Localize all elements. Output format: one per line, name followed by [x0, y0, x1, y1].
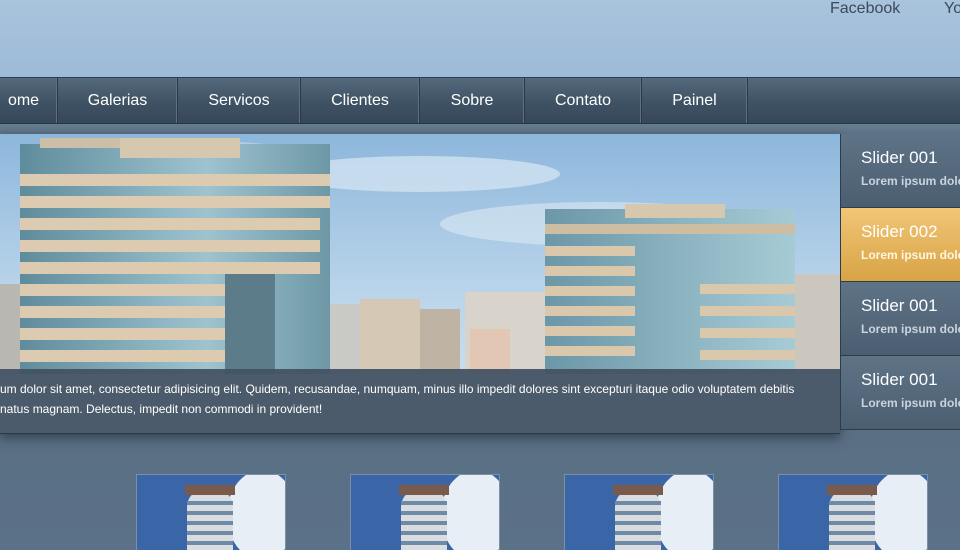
thumbnail-3[interactable]: [564, 474, 714, 550]
nav-item-contato[interactable]: Contato: [525, 78, 642, 123]
hero-caption: um dolor sit amet, consectetur adipisici…: [0, 369, 840, 433]
thumbnail-1[interactable]: [136, 474, 286, 550]
slider-tab-title: Slider 002: [861, 222, 938, 241]
main-nav: ome Galerias Servicos Clientes Sobre Con…: [0, 77, 960, 124]
building-thumbnail-icon: [565, 475, 713, 550]
nav-item-clientes[interactable]: Clientes: [301, 78, 420, 123]
slider-tab-3[interactable]: Slider 001 Lorem ipsum dolo: [840, 282, 960, 356]
slider-tab-1[interactable]: Slider 001 Lorem ipsum dolo: [840, 134, 960, 208]
building-thumbnail-icon: [779, 475, 927, 550]
social-links: Facebook Yo: [0, 0, 960, 20]
slider-tab-2[interactable]: Slider 002 Lorem ipsum dolo: [840, 208, 960, 282]
hero-slide[interactable]: um dolor sit amet, consectetur adipisici…: [0, 134, 840, 434]
nav-item-galerias[interactable]: Galerias: [58, 78, 178, 123]
nav-item-servicos[interactable]: Servicos: [178, 78, 301, 123]
slider-tab-4[interactable]: Slider 001 Lorem ipsum dolo: [840, 356, 960, 430]
slider-tabs: Slider 001 Lorem ipsum dolo Slider 002 L…: [840, 134, 960, 434]
building-thumbnail-icon: [351, 475, 499, 550]
nav-item-sobre[interactable]: Sobre: [420, 78, 525, 123]
building-thumbnail-icon: [137, 475, 285, 550]
slider-tab-subtitle: Lorem ipsum dolo: [861, 322, 960, 336]
hero-caption-line-1: um dolor sit amet, consectetur adipisici…: [0, 382, 795, 396]
slider-tab-subtitle: Lorem ipsum dolo: [861, 248, 960, 262]
thumbnail-4[interactable]: [778, 474, 928, 550]
nav-item-home[interactable]: ome: [0, 78, 58, 123]
slider-tab-title: Slider 001: [861, 148, 938, 167]
slider-tab-subtitle: Lorem ipsum dolo: [861, 174, 960, 188]
slider-tab-title: Slider 001: [861, 296, 938, 315]
slider-tab-subtitle: Lorem ipsum dolo: [861, 396, 960, 410]
thumbnail-2[interactable]: [350, 474, 500, 550]
hero-caption-line-2: natus magnam. Delectus, impedit non comm…: [0, 402, 323, 416]
slider-tab-title: Slider 001: [861, 370, 938, 389]
facebook-link[interactable]: Facebook: [830, 0, 900, 18]
nav-item-painel[interactable]: Painel: [642, 78, 748, 123]
youtube-link[interactable]: Yo: [944, 0, 960, 18]
